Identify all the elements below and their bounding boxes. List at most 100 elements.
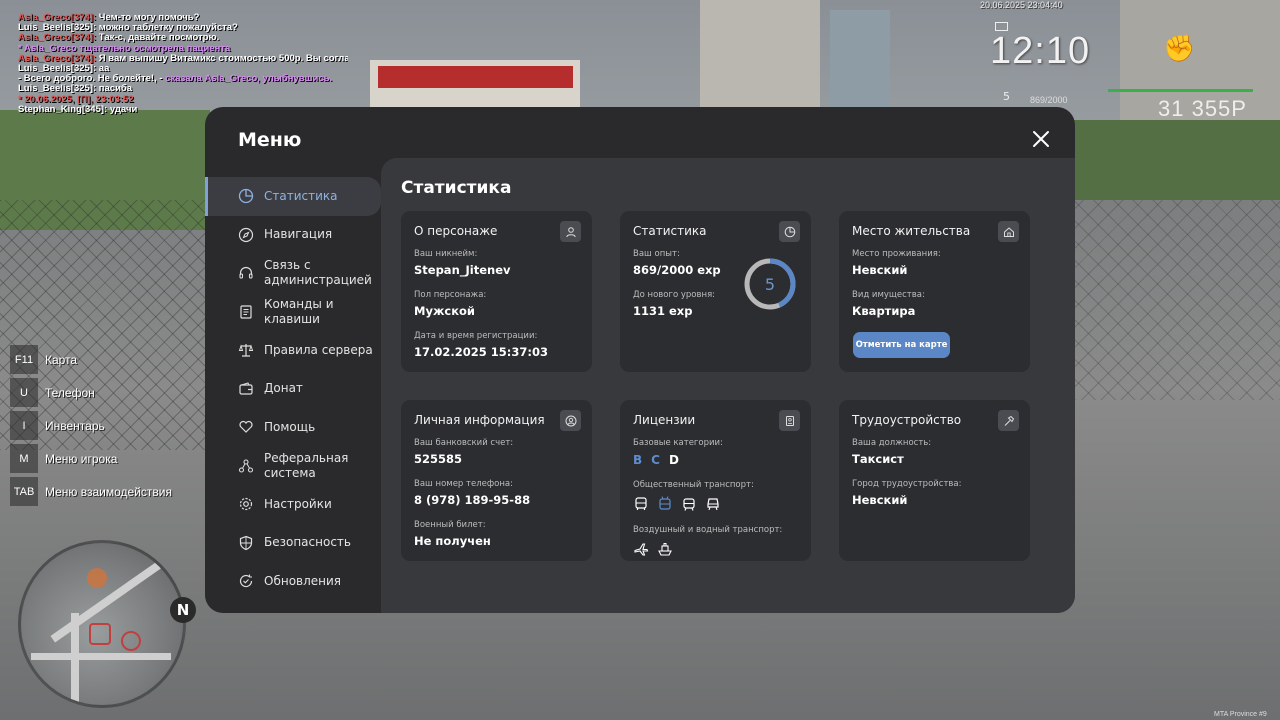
keybind-list: F11 Карта U Телефон I Инвентарь M Меню и… [10, 345, 172, 510]
boat-icon [657, 541, 673, 557]
chat-line: Asla_Greco[374]: Я вам выпишу Витамикс с… [18, 54, 348, 64]
keybind-label: Телефон [45, 385, 95, 400]
train-icon [705, 496, 721, 512]
card-personal-info: Личная информация Ваш банковский счет: 5… [401, 400, 592, 561]
position-value: Таксист [852, 452, 904, 466]
chat-text: Stephan_King[345]: удачи [18, 104, 138, 115]
compass-icon [237, 226, 255, 244]
chat-line: * Asla_Greco тщательно осмотрела пациент… [18, 44, 348, 54]
keybind-label: Меню игрока [45, 451, 118, 466]
pie-chart-icon [237, 187, 255, 205]
chat-text: Так-с, давайте посмотрю. [96, 33, 220, 44]
field-label: Ваш никнейм: [414, 249, 478, 259]
bus-icon [633, 496, 649, 512]
field-label: Общественный транспорт: [633, 480, 754, 490]
field-label: Пол персонажа: [414, 290, 487, 300]
menu-title: Меню [238, 129, 302, 151]
close-button[interactable] [1031, 129, 1051, 149]
chat-text: Luis_Beelis[325]: аа [18, 64, 110, 75]
nav-item-rules[interactable]: Правила сервера [205, 331, 381, 370]
keybind-label: Меню взаимодействия [45, 484, 172, 499]
tram-icon [681, 496, 697, 512]
hammer-icon [998, 410, 1019, 431]
chat-text: Я вам выпишу Витамикс стоимостью 500р. В… [96, 53, 348, 64]
wallet-icon [237, 380, 255, 398]
nav-item-contact-admin[interactable]: Связь с администрацией [205, 254, 381, 293]
license-categories: B C D [633, 453, 798, 467]
north-indicator: N [170, 597, 196, 623]
main-menu-window: Меню Статистика Навигация Связь с админи… [205, 107, 1075, 613]
card-title: Лицензии [633, 413, 696, 427]
scales-icon [237, 341, 255, 359]
keybind-label: Инвентарь [45, 418, 105, 433]
card-statistics: Статистика Ваш опыт: 869/2000 exp До нов… [620, 211, 811, 372]
keybind-player-menu: M Меню игрока [10, 444, 172, 473]
chat-text: Luis_Beelis[325]: пасиба [18, 84, 133, 95]
key-label: M [10, 444, 38, 473]
job-city-value: Невский [852, 493, 908, 507]
card-title: Трудоустройство [852, 413, 962, 427]
hud-exp: 869/2000 [1030, 95, 1068, 105]
nav-item-updates[interactable]: Обновления [205, 562, 381, 601]
hud-clock: 12:10 [990, 30, 1091, 72]
nav-item-statistics[interactable]: Статистика [205, 177, 381, 216]
military-id-value: Не получен [414, 534, 491, 548]
building [830, 10, 890, 110]
nav-label: Обновления [264, 573, 342, 588]
nav-label: Настройки [264, 496, 332, 511]
license-category-b: B [633, 453, 643, 467]
statistics-panel: Статистика О персонаже Ваш никнейм: Step… [381, 158, 1075, 613]
id-card-icon [779, 410, 800, 431]
license-category-d: D [668, 453, 679, 467]
nav-item-settings[interactable]: Настройки [205, 485, 381, 524]
pie-chart-icon [779, 221, 800, 242]
chat-text: * 20.06.2025, [П], 23:03:52 [18, 94, 134, 105]
keybind-map: F11 Карта [10, 345, 172, 374]
nav-label: Связь с администрацией [264, 258, 372, 288]
chat-sender: Asla_Greco[374]: [18, 33, 97, 44]
card-title: Личная информация [414, 413, 545, 427]
card-employment: Трудоустройство Ваша должность: Таксист … [839, 400, 1030, 561]
level-number: 5 [764, 274, 776, 294]
nav-label: Команды и клавиши [264, 296, 334, 326]
home-icon [998, 221, 1019, 242]
shield-icon [237, 534, 255, 552]
field-label: Воздушный и водный транспорт: [633, 525, 783, 535]
nav-item-help[interactable]: Помощь [205, 408, 381, 447]
map-marker-icon [121, 631, 141, 651]
airplane-icon [633, 541, 649, 557]
nav-label: Статистика [264, 188, 338, 203]
nav-label: Реферальная система [264, 450, 349, 480]
menu-sidebar: Статистика Навигация Связь с администрац… [205, 177, 381, 601]
keybind-label: Карта [45, 352, 78, 367]
user-icon [560, 221, 581, 242]
mark-on-map-button[interactable]: Отметить на карте [853, 332, 950, 358]
nav-item-donate[interactable]: Донат [205, 370, 381, 409]
nav-label: Помощь [264, 419, 316, 434]
nickname-value: Stepan_Jitenev [414, 263, 511, 277]
headset-icon [237, 264, 255, 282]
key-label: U [10, 378, 38, 407]
network-icon [237, 457, 255, 475]
nav-label: Безопасность [264, 535, 351, 550]
chat-line: * 20.06.2025, [П], 23:03:52 [18, 95, 348, 105]
nav-item-security[interactable]: Безопасность [205, 524, 381, 563]
chat-text: * Asla_Greco тщательно осмотрела пациент… [18, 43, 231, 54]
nav-item-commands[interactable]: Команды и клавиши [205, 293, 381, 332]
keybind-interaction-menu: TAB Меню взаимодействия [10, 477, 172, 506]
hud-level: 5 [1003, 90, 1010, 103]
nav-item-navigation[interactable]: Навигация [205, 216, 381, 255]
card-licenses: Лицензии Базовые категории: B C D Общест… [620, 400, 811, 561]
card-title: О персонаже [414, 224, 498, 238]
card-title: Статистика [633, 224, 707, 238]
nav-label: Навигация [264, 227, 333, 242]
air-water-licenses [633, 541, 798, 557]
registration-value: 17.02.2025 15:37:03 [414, 345, 548, 359]
nav-item-referral[interactable]: Реферальная система [205, 447, 381, 486]
license-category-c: C [651, 453, 660, 467]
card-residence: Место жительства Место проживания: Невск… [839, 211, 1030, 372]
keybind-phone: U Телефон [10, 378, 172, 407]
hud-money: 31 355Р [1158, 96, 1247, 121]
public-transport-licenses [633, 496, 798, 512]
chat-text: Чем-то могу помочь? [96, 13, 200, 23]
